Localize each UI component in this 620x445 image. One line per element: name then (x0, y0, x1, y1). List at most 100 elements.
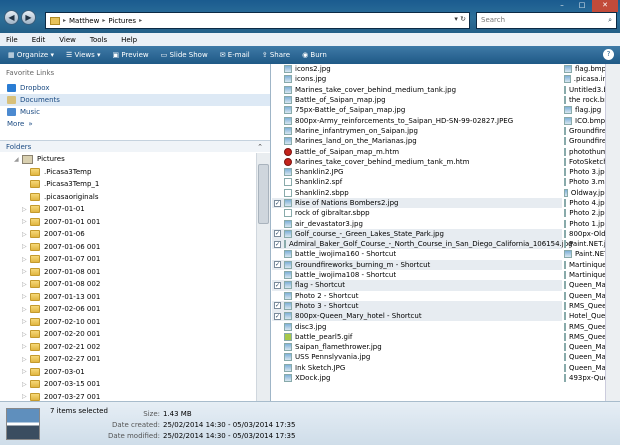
file-item[interactable]: Shanklin2.spf (272, 177, 562, 187)
file-item[interactable]: Battle_of_Saipan_map.jpg (272, 95, 562, 105)
organize-button[interactable]: ▦ Organize ▾ (8, 51, 54, 59)
item-checkbox[interactable] (274, 323, 281, 330)
tree-item[interactable]: ▷ 2007-01-08 002 (0, 278, 270, 291)
file-item[interactable]: ✓ Rise of Nations Bombers2.jpg (272, 197, 562, 209)
email-button[interactable]: ✉ E-mail (220, 51, 250, 59)
file-item[interactable]: XDock.jpg (272, 373, 562, 383)
item-checkbox[interactable] (274, 220, 281, 227)
file-item[interactable]: Photo 3.mht (564, 177, 605, 187)
file-item[interactable]: RMS_Queen (564, 301, 605, 311)
file-item[interactable]: flag.jpg (564, 105, 605, 115)
tree-item[interactable]: .Picasa3Temp (0, 166, 270, 179)
refresh-icon[interactable]: ▾ ↻ (454, 15, 466, 23)
file-item[interactable]: Marines_take_cover_behind_medium_tank.jp… (272, 85, 562, 95)
file-item[interactable]: Photo 4.jpg (564, 198, 605, 208)
file-item[interactable]: USS Pennslyvania.jpg (272, 352, 562, 362)
expand-arrow-icon[interactable]: ▷ (22, 381, 30, 388)
help-icon[interactable]: ? (603, 49, 614, 60)
menu-view[interactable]: View (59, 36, 76, 44)
item-checkbox[interactable] (274, 344, 281, 351)
tree-item[interactable]: ▷ 2007-03-27 001 (0, 391, 270, 402)
item-checkbox[interactable] (274, 127, 281, 134)
file-item[interactable]: Martinique_E (564, 270, 605, 280)
file-item[interactable]: Paint.NET.jp (564, 239, 605, 249)
item-checkbox[interactable] (274, 333, 281, 340)
expand-arrow-icon[interactable]: ▷ (22, 293, 30, 300)
tree-item[interactable]: ▷ 2007-01-07 001 (0, 253, 270, 266)
item-checkbox[interactable] (274, 138, 281, 145)
expand-arrow-icon[interactable]: ▷ (22, 331, 30, 338)
slideshow-button[interactable]: ▭ Slide Show (161, 51, 208, 59)
file-item[interactable]: ✓ Golf_course_-_Green_Lakes_State_Park.jp… (272, 228, 562, 240)
file-item[interactable]: air_devastator3.jpg (272, 218, 562, 228)
breadcrumb-pictures[interactable]: Pictures (108, 17, 136, 25)
expand-arrow-icon[interactable]: ▷ (22, 256, 30, 263)
file-item[interactable]: Shanklin2.JPG (272, 167, 562, 177)
file-item[interactable]: Groundfirew (564, 136, 605, 146)
forward-button[interactable]: ▶ (21, 10, 36, 25)
file-item[interactable]: ICO.bmp (564, 115, 605, 125)
item-checkbox[interactable] (274, 148, 281, 155)
expand-arrow-icon[interactable]: ▷ (22, 356, 30, 363)
tree-item[interactable]: ▷ 2007-03-01 (0, 366, 270, 379)
item-checkbox[interactable] (274, 189, 281, 196)
tree-item[interactable]: ▷ 2007-02-10 001 (0, 316, 270, 329)
tree-item[interactable]: ▷ 2007-02-06 001 (0, 303, 270, 316)
item-checkbox[interactable]: ✓ (274, 230, 281, 238)
burn-button[interactable]: ◉ Burn (302, 51, 327, 59)
file-item[interactable]: Photo 2 - Shortcut (272, 291, 562, 301)
file-item[interactable]: Oldway.jpg (564, 188, 605, 198)
file-item[interactable]: Queen_Mary (564, 363, 605, 373)
file-item[interactable]: the rock.bm (564, 95, 605, 105)
file-item[interactable]: Marines_land_on_the_Marianas.jpg (272, 136, 562, 146)
menu-help[interactable]: Help (121, 36, 137, 44)
tree-item[interactable]: ▷ 2007-02-21 002 (0, 341, 270, 354)
file-item[interactable]: Paint.NET (564, 249, 605, 259)
fav-music[interactable]: Music (0, 106, 270, 118)
expand-arrow-icon[interactable]: ▷ (22, 281, 30, 288)
file-item[interactable]: Marine_infantrymen_on_Saipan.jpg (272, 126, 562, 136)
item-checkbox[interactable] (274, 97, 281, 104)
file-item[interactable]: Ink Sketch.JPG (272, 363, 562, 373)
file-item[interactable]: Groundfirew (564, 126, 605, 136)
item-checkbox[interactable] (274, 158, 281, 165)
expand-arrow-icon[interactable]: ▷ (22, 206, 30, 213)
file-item[interactable]: 800px-Oldw (564, 229, 605, 239)
file-item[interactable]: Battle_of_Saipan_map_m.htm (272, 146, 562, 156)
file-item[interactable]: Queen_Mary (564, 291, 605, 301)
tree-item[interactable]: .Picasa3Temp_1 (0, 178, 270, 191)
expand-arrow-icon[interactable]: ▷ (22, 243, 30, 250)
file-item[interactable]: ✓ Groundfireworks_burning_m - Shortcut (272, 259, 562, 270)
tree-item[interactable]: ▷ 2007-01-01 (0, 203, 270, 216)
item-checkbox[interactable] (274, 169, 281, 176)
file-item[interactable]: ✓ Admiral_Baker_Golf_Course_-_North_Cours… (272, 239, 573, 250)
tree-scrollbar-thumb[interactable] (258, 164, 269, 224)
file-item[interactable]: Photo 2.jpg (564, 208, 605, 218)
breadcrumb-matthew[interactable]: Matthew (69, 17, 99, 25)
expand-arrow-icon[interactable]: ▷ (22, 343, 30, 350)
expand-arrow-icon[interactable]: ▷ (22, 318, 30, 325)
share-button[interactable]: ⇪ Share (262, 51, 290, 59)
item-checkbox[interactable] (274, 364, 281, 371)
file-item[interactable]: Queen_Mary (564, 342, 605, 352)
item-checkbox[interactable] (274, 107, 281, 114)
file-item[interactable]: battle_pearl5.gif (272, 332, 562, 342)
item-checkbox[interactable]: ✓ (274, 261, 281, 269)
back-button[interactable]: ◀ (4, 10, 19, 25)
tree-item[interactable]: ▷ 2007-01-06 (0, 228, 270, 241)
expand-arrow-icon[interactable]: ▷ (22, 268, 30, 275)
file-item[interactable]: icons.jpg (272, 74, 562, 84)
item-checkbox[interactable] (274, 292, 281, 299)
preview-button[interactable]: ▣ Preview (113, 51, 149, 59)
item-checkbox[interactable]: ✓ (274, 199, 281, 207)
file-item[interactable]: Queen_Mary (564, 280, 605, 290)
item-checkbox[interactable] (274, 76, 281, 83)
tree-item[interactable]: .picasaoriginals (0, 191, 270, 204)
file-item[interactable]: Hotel_Queen (564, 311, 605, 321)
item-checkbox[interactable] (274, 354, 281, 361)
tree-item[interactable]: ▷ 2007-02-20 001 (0, 328, 270, 341)
menu-file[interactable]: File (6, 36, 18, 44)
tree-item[interactable]: ▷ 2007-01-01 001 (0, 216, 270, 229)
file-item[interactable]: 800px-Army_reinforcements_to_Saipan_HD-S… (272, 115, 562, 125)
folders-header[interactable]: Folders ⌃ (0, 140, 270, 152)
